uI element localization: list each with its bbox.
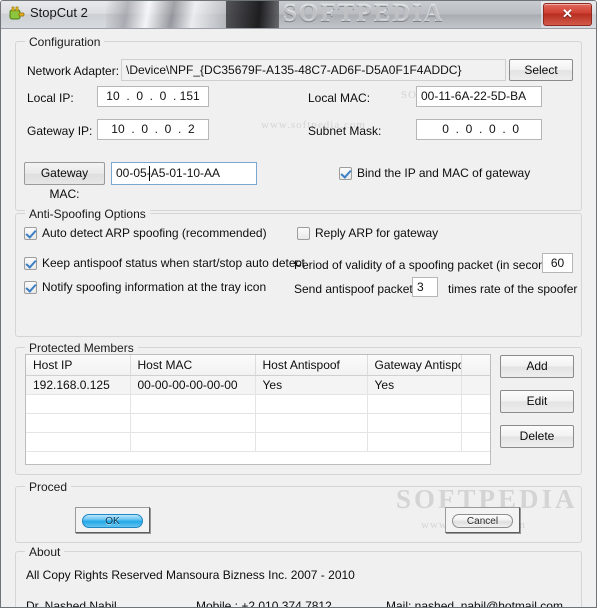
gateway-ip-label: Gateway IP: — [27, 124, 93, 138]
select-adapter-button[interactable]: Select — [509, 59, 573, 81]
about-author: Dr. Nashed Nabil — [26, 599, 117, 608]
application-window: SOFTPEDIA StopCut 2 ✕ SOFTPEDIA www.soft… — [0, 0, 597, 608]
table-row-empty[interactable] — [26, 413, 490, 433]
keep-antispoof-status-label: Keep antispoof status when start/stop au… — [42, 256, 305, 270]
titlebar-image-smear-left — [106, 1, 226, 28]
edit-member-button[interactable]: Edit — [500, 390, 574, 413]
window-title: StopCut 2 — [30, 5, 88, 20]
send-packet-prefix-label: Send antispoof packet at — [294, 282, 427, 296]
local-mac-field[interactable]: 00-11-6A-22-5D-BA — [416, 86, 542, 107]
gateway-ip-value: 10 . 0 . 0 . 2 — [111, 122, 195, 136]
column-header-host-ip[interactable]: Host IP — [26, 355, 131, 376]
notify-tray-checkbox-row[interactable]: Notify spoofing information at the tray … — [24, 280, 266, 294]
local-ip-field[interactable]: 10 . 0 . 0 . 151 — [97, 86, 209, 107]
text-caret — [149, 166, 150, 181]
send-packet-suffix-label: times rate of the spoofer — [448, 282, 578, 296]
auto-detect-label: Auto detect ARP spoofing (recommended) — [42, 226, 267, 240]
validity-period-label: Period of validity of a spoofing packet … — [294, 258, 559, 272]
about-group-title: About — [25, 545, 65, 559]
about-mobile: Mobile : +2 010 374 7812 — [196, 599, 332, 608]
client-area: SOFTPEDIA www.softpedia.com SOFTPEDIA ww… — [1, 29, 596, 608]
column-header-host-mac[interactable]: Host MAC — [130, 355, 256, 376]
cell-host-ip: 192.168.0.125 — [26, 375, 131, 395]
validity-period-input[interactable]: 60 — [542, 253, 573, 273]
configuration-group-title: Configuration — [25, 35, 105, 49]
anti-spoofing-group-title: Anti-Spoofing Options — [25, 207, 150, 221]
delete-member-button[interactable]: Delete — [500, 425, 574, 448]
auto-detect-checkbox-row[interactable]: Auto detect ARP spoofing (recommended) — [24, 226, 267, 240]
protected-members-group-title: Protected Members — [25, 341, 138, 355]
auto-detect-checkbox[interactable] — [24, 226, 37, 240]
cell-host-antispoof: Yes — [255, 375, 368, 395]
shield-plug-icon — [9, 6, 25, 20]
close-button[interactable]: ✕ — [543, 3, 592, 26]
keep-antispoof-status-checkbox-row[interactable]: Keep antispoof status when start/stop au… — [24, 256, 305, 270]
cell-gateway-antispoof: Yes — [367, 375, 462, 395]
gateway-ip-field[interactable]: 10 . 0 . 0 . 2 — [97, 119, 209, 140]
local-ip-value: 10 . 0 . 0 . 151 — [106, 89, 200, 103]
add-member-button[interactable]: Add — [500, 355, 574, 378]
keep-antispoof-status-checkbox[interactable] — [24, 256, 37, 270]
subnet-mask-value: 0 . 0 . 0 . 0 — [438, 122, 520, 136]
local-ip-label: Local IP: — [27, 91, 74, 105]
proceed-group-title: Proced — [25, 480, 72, 494]
protected-members-table[interactable]: Host IP Host MAC Host Antispoof Gateway … — [25, 354, 491, 465]
bind-ip-mac-checkbox-row[interactable]: Bind the IP and MAC of gateway — [339, 166, 530, 180]
gateway-mac-value: 00-05-A5-01-10-AA — [116, 166, 221, 180]
cell-blank — [461, 375, 490, 395]
column-header-host-antispoof[interactable]: Host Antispoof — [255, 355, 368, 376]
network-adapter-field[interactable]: \Device\NPF_{DC35679F-A135-48C7-AD6F-D5A… — [121, 59, 506, 81]
reply-arp-label: Reply ARP for gateway — [315, 226, 439, 240]
gateway-mac-field[interactable]: 00-05-A5-01-10-AA — [111, 162, 257, 185]
subnet-mask-label: Subnet Mask: — [308, 124, 382, 138]
column-header-blank[interactable] — [461, 355, 490, 376]
title-bar: SOFTPEDIA StopCut 2 ✕ — [1, 1, 596, 29]
reply-arp-checkbox[interactable] — [297, 226, 310, 240]
about-mail: Mail: nashed_nabil@hotmail.com — [386, 599, 563, 608]
table-header-row: Host IP Host MAC Host Antispoof Gateway … — [26, 355, 490, 376]
cancel-button-label: Cancel — [452, 514, 513, 528]
bind-ip-mac-checkbox[interactable] — [339, 166, 352, 180]
bind-ip-mac-label: Bind the IP and MAC of gateway — [357, 166, 531, 180]
table-row[interactable]: 192.168.0.125 00-00-00-00-00-00 Yes Yes — [26, 375, 490, 395]
cell-host-mac: 00-00-00-00-00-00 — [130, 375, 256, 395]
ok-button[interactable]: OK — [75, 507, 150, 533]
softpedia-watermark: SOFTPEDIA — [283, 1, 445, 27]
notify-tray-checkbox[interactable] — [24, 280, 37, 294]
network-adapter-label: Network Adapter: — [27, 64, 120, 78]
notify-tray-label: Notify spoofing information at the tray … — [42, 280, 267, 294]
column-header-gateway-antispoof[interactable]: Gateway Antispoof — [367, 355, 462, 376]
local-mac-label: Local MAC: — [308, 91, 371, 105]
titlebar-image-smear-mid — [226, 1, 281, 28]
about-copyright: All Copy Rights Reserved Mansoura Biznes… — [26, 568, 355, 582]
subnet-mask-field[interactable]: 0 . 0 . 0 . 0 — [416, 119, 542, 140]
cancel-button[interactable]: Cancel — [445, 507, 520, 533]
table-row-empty[interactable] — [26, 394, 490, 414]
close-icon: ✕ — [562, 6, 573, 21]
reply-arp-checkbox-row[interactable]: Reply ARP for gateway — [297, 226, 438, 240]
gateway-mac-label-button[interactable]: Gateway MAC: — [24, 162, 105, 201]
send-packet-rate-input[interactable]: 3 — [412, 277, 438, 297]
table-row-empty[interactable] — [26, 432, 490, 452]
ok-button-label: OK — [82, 514, 143, 528]
